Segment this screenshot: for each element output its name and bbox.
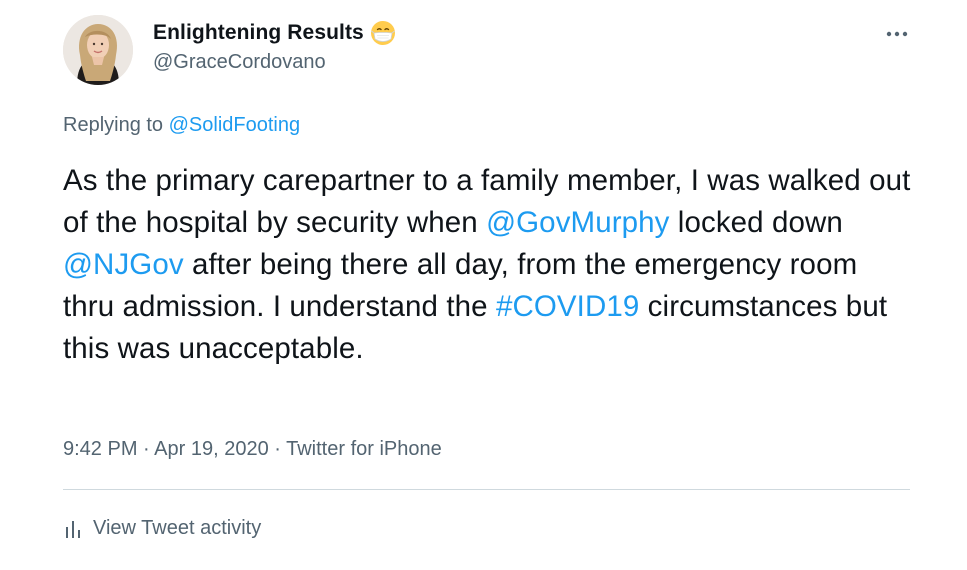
profile-photo-image	[63, 15, 133, 85]
divider	[63, 489, 910, 490]
view-tweet-activity-label: View Tweet activity	[93, 517, 262, 539]
author-block: Enlightening Results @GraceCordovano	[153, 18, 396, 74]
mention-link-govmurphy[interactable]: @GovMurphy	[486, 206, 669, 239]
avatar[interactable]	[63, 15, 133, 85]
user-handle[interactable]: @GraceCordovano	[153, 51, 396, 74]
tweet-date[interactable]: Apr 19, 2020	[154, 438, 269, 460]
meta-separator: ·	[137, 438, 155, 460]
tweet-card: Enlightening Results @GraceCordovano Rep…	[0, 0, 967, 570]
bar-chart-icon	[66, 520, 80, 538]
tweet-meta: 9:42 PM · Apr 19, 2020 · Twitter for iPh…	[63, 438, 442, 461]
more-options-button[interactable]	[881, 22, 913, 46]
hashtag-link-covid19[interactable]: #COVID19	[496, 290, 639, 323]
display-name[interactable]: Enlightening Results	[153, 21, 364, 45]
reply-mention-link[interactable]: @SolidFooting	[169, 114, 300, 136]
view-tweet-activity-link[interactable]: View Tweet activity	[63, 517, 261, 540]
face-with-medical-mask-icon	[370, 20, 396, 46]
mention-link-njgov[interactable]: @NJGov	[63, 248, 184, 281]
meta-separator: ·	[268, 438, 287, 460]
tweet-text-segment: locked down	[669, 206, 843, 239]
replying-to-line: Replying to @SolidFooting	[63, 114, 300, 137]
more-horizontal-icon	[886, 31, 908, 37]
tweet-text: As the primary carepartner to a family m…	[63, 160, 913, 370]
display-name-row: Enlightening Results	[153, 18, 396, 48]
replying-to-label: Replying to	[63, 114, 169, 136]
tweet-time[interactable]: 9:42 PM	[63, 438, 137, 460]
tweet-source[interactable]: Twitter for iPhone	[286, 438, 442, 460]
